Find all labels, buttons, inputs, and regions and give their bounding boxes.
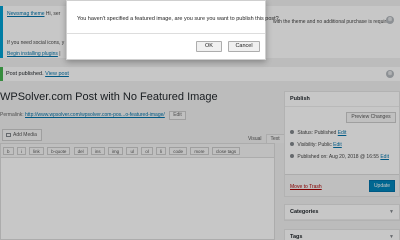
dialog-message: You haven't specified a featured image, … xyxy=(77,16,279,22)
ok-button[interactable]: OK xyxy=(196,41,222,52)
cancel-button[interactable]: Cancel xyxy=(228,41,260,52)
featured-image-confirm-dialog: You haven't specified a featured image, … xyxy=(66,0,279,60)
dialog-divider xyxy=(67,33,265,34)
